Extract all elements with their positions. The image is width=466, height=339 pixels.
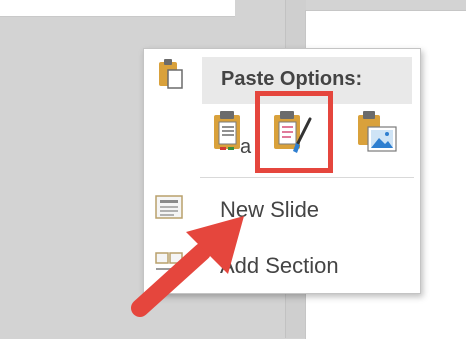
paste-keep-text-only-icon[interactable]: a [210,109,258,161]
menu-separator [200,177,414,178]
paste-options-label: Paste Options: [221,68,363,90]
paste-picture-icon[interactable] [354,109,402,161]
clipboard-paste-icon [156,57,184,96]
highlight-box [255,91,333,173]
annotation-arrow-icon [128,210,258,325]
thumbnail-pane-top [0,0,235,17]
svg-text:a: a [240,136,252,158]
